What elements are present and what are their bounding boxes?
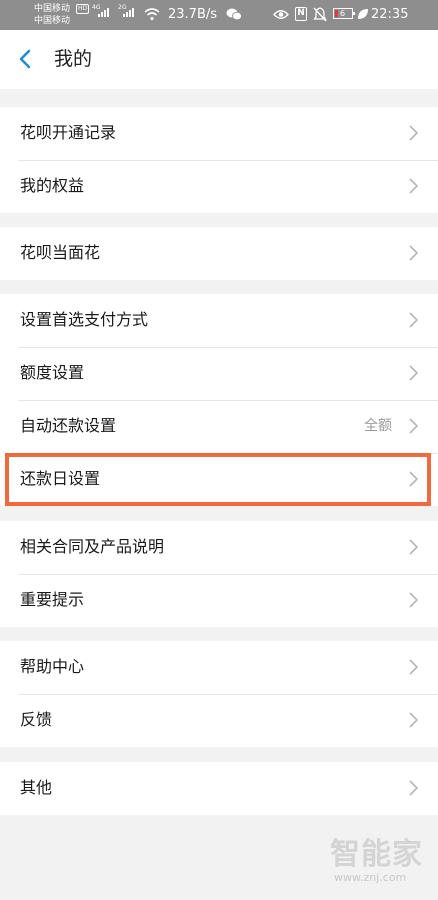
battery-level: 6: [340, 9, 346, 18]
chevron-right-icon: [409, 178, 418, 194]
list-item-label: 相关合同及产品说明: [20, 537, 165, 556]
watermark-url: www.znj.com: [334, 871, 407, 884]
list-item-label: 额度设置: [20, 363, 85, 382]
settings-group-3: 设置首选支付方式 额度设置 自动还款设置 全额 还款日设置: [0, 294, 438, 506]
settings-group-1: 花呗开通记录 我的权益: [0, 107, 438, 213]
list-item-label: 还款日设置: [20, 469, 101, 488]
list-item-label: 花呗当面花: [20, 243, 101, 262]
network-speed: 23.7B/s: [168, 7, 218, 22]
list-item-label: 自动还款设置: [20, 416, 117, 435]
list-item-preferred-payment[interactable]: 设置首选支付方式: [0, 294, 438, 347]
leaf-icon: [358, 9, 368, 19]
status-time: 22:35: [371, 7, 409, 22]
signal-2-icon: [123, 8, 134, 17]
list-item-label: 我的权益: [20, 176, 85, 195]
list-item-important-notice[interactable]: 重要提示: [0, 574, 438, 627]
list-item-other[interactable]: 其他: [0, 762, 438, 815]
carrier-name-1: 中国移动: [34, 4, 71, 14]
list-item-credit-limit[interactable]: 额度设置: [0, 347, 438, 400]
mute-icon: [313, 7, 327, 22]
chevron-right-icon: [409, 539, 418, 555]
settings-group-6: 其他: [0, 762, 438, 815]
list-item-my-benefits[interactable]: 我的权益: [0, 160, 438, 213]
list-item-label: 帮助中心: [20, 657, 85, 676]
list-item-huabei-face-to-face[interactable]: 花呗当面花: [0, 227, 438, 280]
list-item-label: 其他: [20, 778, 53, 797]
list-item-help-center[interactable]: 帮助中心: [0, 641, 438, 694]
hd-badge: HD: [76, 4, 90, 14]
nfc-icon: N: [295, 7, 307, 21]
chevron-right-icon: [409, 659, 418, 675]
watermark-logo: 智能家 www.znj.com: [330, 838, 430, 884]
list-item-huabei-open-record[interactable]: 花呗开通记录: [0, 107, 438, 160]
chevron-right-icon: [409, 125, 418, 141]
list-item-label: 设置首选支付方式: [20, 310, 149, 329]
chevron-right-icon: [409, 245, 418, 261]
chevron-left-icon[interactable]: [18, 49, 32, 69]
settings-group-5: 帮助中心 反馈: [0, 641, 438, 747]
auto-repayment-value: 全额: [364, 418, 392, 434]
carrier-name-2: 中国移动: [34, 16, 71, 26]
status-bar: 中国移动 中国移动 HD 4G 2G 23.7B/s N 6 22:35: [0, 0, 438, 30]
chevron-right-icon: [409, 312, 418, 328]
settings-group-4: 相关合同及产品说明 重要提示: [0, 521, 438, 627]
list-item-label: 花呗开通记录: [20, 123, 117, 142]
wechat-icon: [226, 8, 242, 21]
signal-1-icon: [98, 8, 109, 17]
chevron-right-icon: [409, 780, 418, 796]
chevron-right-icon: [409, 418, 418, 434]
list-item-contracts[interactable]: 相关合同及产品说明: [0, 521, 438, 574]
list-item-auto-repayment[interactable]: 自动还款设置 全额: [0, 400, 438, 453]
list-item-label: 重要提示: [20, 590, 85, 609]
chevron-right-icon: [409, 471, 418, 487]
battery-icon: 6: [333, 8, 355, 19]
header: 我的: [0, 30, 438, 89]
list-item-repayment-date[interactable]: 还款日设置: [0, 453, 438, 506]
list-item-label: 反馈: [20, 710, 53, 729]
settings-group-2: 花呗当面花: [0, 227, 438, 280]
chevron-right-icon: [409, 365, 418, 381]
eye-icon: [273, 10, 289, 19]
watermark-text: 智能家: [330, 837, 423, 872]
wifi-icon: [144, 8, 160, 21]
page-title: 我的: [54, 48, 93, 70]
chevron-right-icon: [409, 592, 418, 608]
chevron-right-icon: [409, 712, 418, 728]
list-item-feedback[interactable]: 反馈: [0, 694, 438, 747]
